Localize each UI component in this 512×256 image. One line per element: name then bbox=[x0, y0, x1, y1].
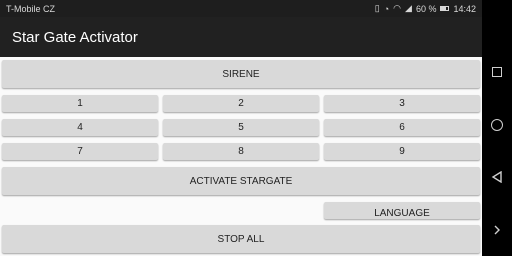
number-button-8[interactable]: 8 bbox=[163, 143, 319, 160]
main-content: SIRENE 1 2 3 4 5 6 7 8 9 ACTIVATE STARGA… bbox=[0, 57, 482, 256]
carrier-label: T-Mobile CZ bbox=[6, 3, 56, 14]
back-triangle-icon[interactable] bbox=[490, 170, 504, 184]
number-button-6[interactable]: 6 bbox=[324, 119, 480, 136]
clock: 14:42 bbox=[453, 3, 476, 14]
activate-stargate-button[interactable]: ACTIVATE STARGATE bbox=[2, 167, 480, 195]
language-button[interactable]: LANGUAGE bbox=[324, 202, 480, 219]
navigation-bar bbox=[482, 0, 512, 256]
wifi-icon: ◠ bbox=[393, 3, 402, 13]
number-button-9[interactable]: 9 bbox=[324, 143, 480, 160]
vibrate-icon: ▯ bbox=[374, 3, 380, 13]
number-button-3[interactable]: 3 bbox=[324, 95, 480, 112]
sirene-button[interactable]: SIRENE bbox=[2, 60, 480, 88]
recents-square-icon[interactable] bbox=[490, 65, 504, 79]
signal-icon: ◢ bbox=[405, 3, 412, 13]
status-bar: T-Mobile CZ ▯ ◔ ◠ ◢ 60 % 14:42 bbox=[0, 0, 482, 17]
status-icons: ▯ ◔ ◠ ◢ 60 % 14:42 bbox=[375, 3, 476, 14]
number-button-7[interactable]: 7 bbox=[2, 143, 158, 160]
battery-icon bbox=[440, 6, 450, 11]
number-button-2[interactable]: 2 bbox=[163, 95, 319, 112]
number-button-5[interactable]: 5 bbox=[163, 119, 319, 136]
number-button-4[interactable]: 4 bbox=[2, 119, 158, 136]
expand-chevron-icon[interactable] bbox=[490, 223, 504, 237]
battery-percent: 60 % bbox=[415, 3, 437, 14]
app-title: Star Gate Activator bbox=[12, 28, 138, 46]
home-circle-icon[interactable] bbox=[490, 118, 504, 132]
app-bar: Star Gate Activator bbox=[0, 17, 482, 57]
alarm-icon: ◔ bbox=[383, 3, 390, 14]
number-button-1[interactable]: 1 bbox=[2, 95, 158, 112]
stop-all-button[interactable]: STOP ALL bbox=[2, 225, 480, 253]
